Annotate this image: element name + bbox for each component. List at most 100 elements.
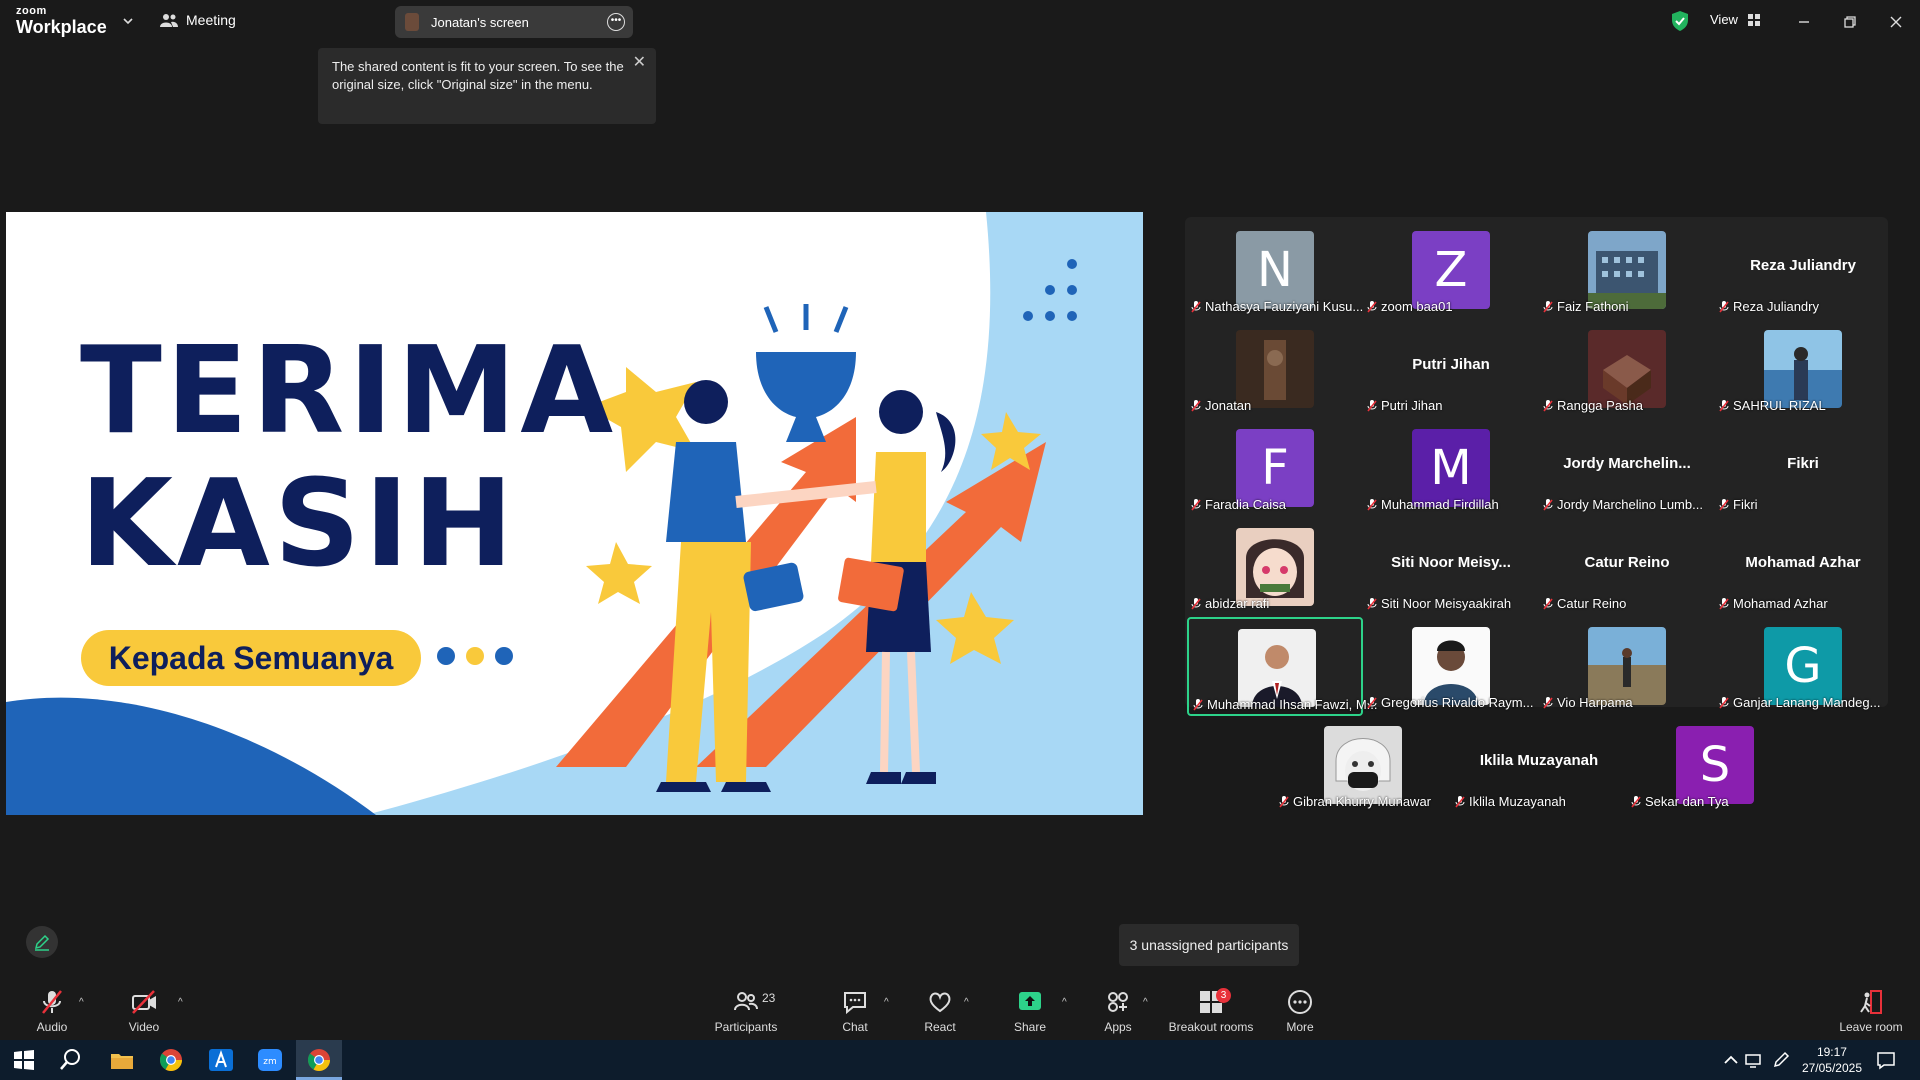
apps-label: Apps: [1104, 1020, 1132, 1034]
breakout-rooms-badge: 3: [1216, 988, 1231, 1003]
participant-tile[interactable]: S Sekar dan Tya: [1627, 716, 1803, 815]
search-icon[interactable]: [57, 1046, 85, 1074]
chat-options-caret-icon[interactable]: ^: [884, 997, 889, 1008]
microphone-muted-icon: [1191, 597, 1201, 609]
restore-icon[interactable]: [1838, 10, 1862, 34]
participant-tile[interactable]: N Nathasya Fauziyani Kusu...: [1187, 221, 1363, 320]
close-icon[interactable]: [1884, 10, 1908, 34]
network-icon[interactable]: [1740, 1046, 1768, 1074]
participant-name-label: Sekar dan Tya: [1631, 794, 1729, 809]
file-explorer-icon[interactable]: [108, 1046, 136, 1074]
apps-button[interactable]: Apps: [1078, 980, 1158, 1040]
participant-name: SAHRUL RIZAL: [1733, 398, 1826, 413]
breakout-rooms-button[interactable]: Breakout rooms: [1161, 980, 1261, 1040]
azure-app-icon[interactable]: [207, 1046, 235, 1074]
participant-tile[interactable]: Faiz Fathoni: [1539, 221, 1715, 320]
microphone-muted-icon: [1367, 696, 1377, 708]
more-options-icon[interactable]: •••: [607, 13, 625, 31]
meeting-toolbar: Audio ^ Video ^ Participants 23 Chat ^ R…: [0, 980, 1920, 1040]
logo-text-bottom: Workplace: [16, 17, 107, 37]
security-shield-icon[interactable]: [1670, 10, 1690, 32]
video-button[interactable]: Video: [104, 980, 184, 1040]
annotate-pencil-icon[interactable]: [26, 926, 58, 958]
microphone-muted-icon: [1719, 399, 1729, 411]
participant-tile[interactable]: Rangga Pasha: [1539, 320, 1715, 419]
participant-name: Catur Reino: [1557, 596, 1627, 611]
share-button[interactable]: Share: [990, 980, 1070, 1040]
notifications-icon[interactable]: [1872, 1046, 1900, 1074]
minimize-icon[interactable]: [1792, 10, 1816, 34]
video-options-caret-icon[interactable]: ^: [178, 997, 183, 1008]
participant-tile[interactable]: Zzoom baa01: [1363, 221, 1539, 320]
unassigned-participants-popup[interactable]: 3 unassigned participants: [1119, 924, 1299, 966]
tooltip-close-icon[interactable]: ✕: [633, 54, 646, 72]
participant-tile[interactable]: Vio Harpama: [1539, 617, 1715, 716]
screen-share-pill[interactable]: Jonatan's screen •••: [395, 6, 633, 38]
participants-button[interactable]: Participants: [706, 980, 786, 1040]
participant-avatar: S: [1676, 726, 1754, 804]
heart-icon: [929, 992, 951, 1013]
leave-room-button[interactable]: Leave room: [1830, 980, 1912, 1040]
participant-photo: [1764, 330, 1842, 408]
participant-tile[interactable]: Iklila Muzayanah Iklila Muzayanah: [1451, 716, 1627, 815]
participant-name: zoom baa01: [1381, 299, 1453, 314]
participant-tile[interactable]: Reza Juliandry Reza Juliandry: [1715, 221, 1891, 320]
zoom-app-icon[interactable]: zm: [256, 1046, 284, 1074]
participant-name: Putri Jihan: [1381, 398, 1443, 413]
audio-options-caret-icon[interactable]: ^: [79, 997, 84, 1008]
participant-tile[interactable]: Jordy Marchelin... Jordy Marchelino Lumb.…: [1539, 419, 1715, 518]
participant-name-label: Mohamad Azhar: [1719, 596, 1828, 611]
participant-display-name: Iklila Muzayanah: [1479, 752, 1599, 769]
chevron-down-icon[interactable]: [122, 15, 134, 27]
participant-tile[interactable]: M Muhammad Firdillah: [1363, 419, 1539, 518]
audio-button[interactable]: Audio: [12, 980, 92, 1040]
react-options-caret-icon[interactable]: ^: [964, 997, 969, 1008]
shared-screen-slide: TERIMA KASIH Kepada Semuanya: [6, 212, 1143, 815]
share-options-caret-icon[interactable]: ^: [1062, 997, 1067, 1008]
view-label: View: [1710, 12, 1738, 27]
participant-tile[interactable]: Fikri Fikri: [1715, 419, 1891, 518]
participant-name-label: Vio Harpama: [1543, 695, 1633, 710]
participant-photo: [1236, 528, 1314, 606]
more-button[interactable]: More: [1260, 980, 1340, 1040]
participant-photo: [1588, 330, 1666, 408]
meeting-menu[interactable]: Meeting: [160, 12, 236, 28]
participant-display-name: Putri Jihan: [1412, 356, 1490, 373]
chat-button[interactable]: Chat: [815, 980, 895, 1040]
participant-tile[interactable]: abidzar rafi: [1187, 518, 1363, 617]
participant-name: Fikri: [1733, 497, 1758, 512]
chat-icon: [844, 992, 866, 1015]
microphone-muted-icon: [1191, 498, 1201, 510]
participant-name: Jordy Marchelino Lumb...: [1557, 497, 1703, 512]
participant-name-label: Ganjar Lanang Mandeg...: [1719, 695, 1880, 710]
participant-tile[interactable]: F Faradia Caisa: [1187, 419, 1363, 518]
participant-tile[interactable]: Muhammad Ihsan Fawzi, M...: [1187, 617, 1378, 716]
participant-tile[interactable]: G Ganjar Lanang Mandeg...: [1715, 617, 1891, 716]
clock-time: 19:17: [1816, 1045, 1847, 1059]
windows-start-icon[interactable]: [10, 1046, 38, 1074]
pen-icon[interactable]: [1767, 1046, 1795, 1074]
participant-tile[interactable]: Catur Reino Catur Reino: [1539, 518, 1715, 617]
participant-tile[interactable]: Jonatan: [1187, 320, 1363, 419]
unassigned-text: 3 unassigned participants: [1129, 937, 1289, 953]
participant-name: Faradia Caisa: [1205, 497, 1286, 512]
participant-tile[interactable]: Putri Jihan Putri Jihan: [1363, 320, 1539, 419]
participant-name: Muhammad Firdillah: [1381, 497, 1499, 512]
chrome-icon[interactable]: [157, 1046, 185, 1074]
participant-name-label: Reza Juliandry: [1719, 299, 1819, 314]
participant-tile[interactable]: Mohamad Azhar Mohamad Azhar: [1715, 518, 1891, 617]
participant-tile[interactable]: SAHRUL RIZAL: [1715, 320, 1891, 419]
people-icon: [160, 14, 178, 27]
system-clock[interactable]: 19:17 27/05/2025: [1802, 1044, 1862, 1076]
view-menu[interactable]: View: [1710, 12, 1760, 27]
participant-name: Mohamad Azhar: [1733, 596, 1828, 611]
participant-tile[interactable]: Gregorius Rivaldo Raym...: [1363, 617, 1539, 716]
react-button[interactable]: React: [900, 980, 980, 1040]
participant-display-name: Reza Juliandry: [1750, 257, 1856, 274]
participant-tile[interactable]: Gibran Khurry Munawar: [1275, 716, 1451, 815]
participant-tile[interactable]: Siti Noor Meisy... Siti Noor Meisyaakirah: [1363, 518, 1539, 617]
participant-name: Faiz Fathoni: [1557, 299, 1629, 314]
apps-options-caret-icon[interactable]: ^: [1143, 997, 1148, 1008]
taskbar-active-chrome[interactable]: [296, 1040, 342, 1080]
microphone-muted-icon: [1719, 300, 1729, 312]
